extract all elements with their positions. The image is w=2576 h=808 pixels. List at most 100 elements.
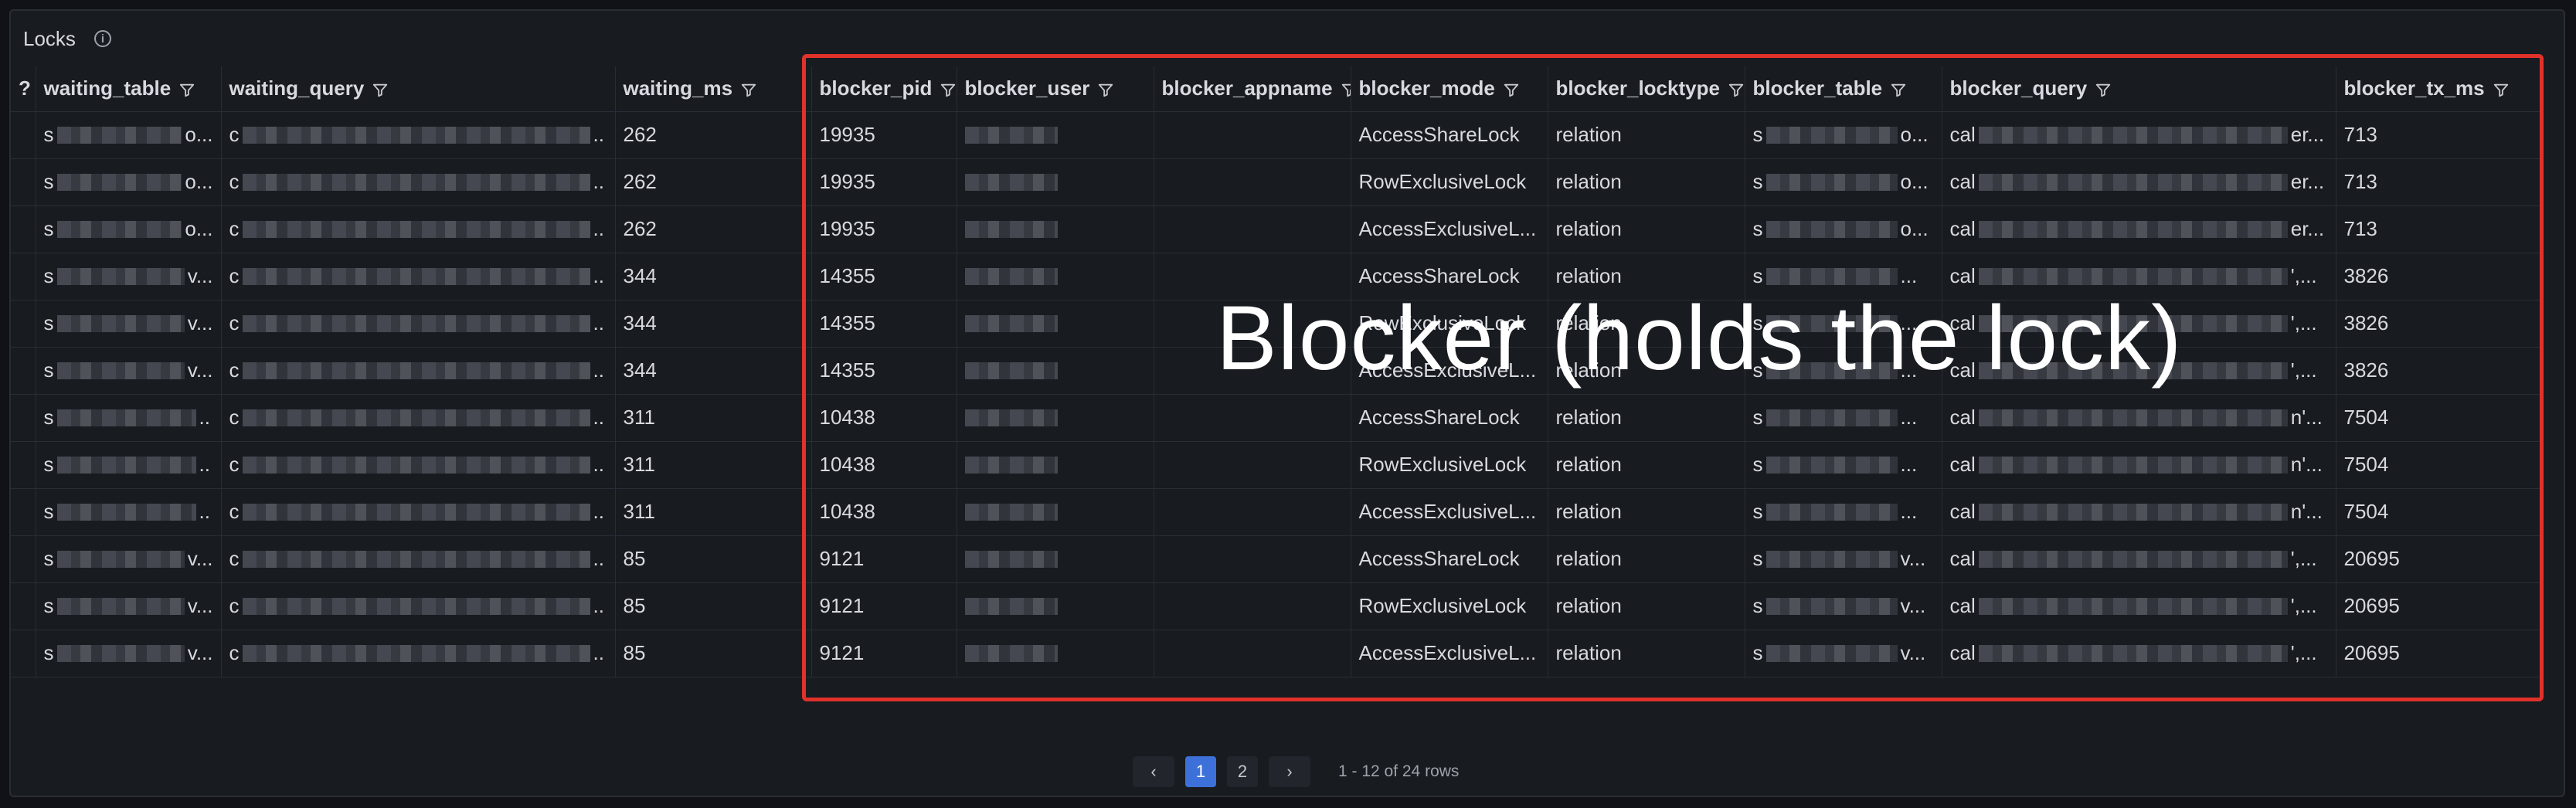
redacted-text bbox=[1978, 503, 2288, 521]
row-gutter-cell bbox=[11, 253, 36, 300]
column-header-waiting_table[interactable]: waiting_table bbox=[36, 66, 222, 112]
waiting-table-cell-suffix: v... bbox=[187, 547, 213, 570]
info-icon[interactable]: i bbox=[93, 30, 111, 47]
waiting-ms-value: 262 bbox=[623, 170, 657, 193]
column-header-blocker_user[interactable]: blocker_user bbox=[957, 66, 1154, 112]
waiting-table-cell-prefix: s bbox=[43, 594, 54, 617]
redacted-text bbox=[964, 314, 1058, 332]
blocker-appname-cell bbox=[1154, 111, 1351, 159]
column-header-waiting_query[interactable]: waiting_query bbox=[221, 66, 616, 112]
waiting-query-cell: c.. bbox=[221, 158, 616, 206]
waiting-query-cell: c.. bbox=[221, 630, 616, 677]
column-header-blocker_query[interactable]: blocker_query bbox=[1942, 66, 2336, 112]
blocker-tx-ms-cell: 3826 bbox=[2336, 253, 2541, 300]
blocker-tx-ms-value: 713 bbox=[2343, 217, 2377, 240]
blocker-query-cell-suffix: ',... bbox=[2290, 311, 2317, 334]
blocker-table-cell: s v... bbox=[1745, 535, 1942, 583]
column-header-blocker_tx_ms[interactable]: blocker_tx_ms bbox=[2336, 66, 2541, 112]
waiting-table-cell: s o... bbox=[36, 158, 222, 206]
waiting-table-cell: s.. bbox=[36, 488, 222, 536]
column-header-blocker_pid[interactable]: blocker_pid bbox=[811, 66, 957, 112]
filter-icon[interactable] bbox=[1097, 80, 1114, 97]
column-header-label: blocker_appname bbox=[1161, 76, 1333, 100]
blocker-user-cell bbox=[957, 300, 1154, 348]
blocker-mode-value: AccessExclusiveL... bbox=[1358, 217, 1537, 240]
waiting-query-cell: c.. bbox=[221, 205, 616, 253]
blocker-query-cell-prefix: cal bbox=[1949, 594, 1976, 617]
filter-icon[interactable] bbox=[2493, 80, 2510, 97]
filter-icon[interactable] bbox=[1728, 80, 1744, 97]
table-row[interactable]: s o... c.. 262 19935 AccessExclusiveL... relat… bbox=[11, 205, 2541, 253]
waiting-query-cell-suffix: .. bbox=[593, 547, 604, 570]
filter-icon[interactable] bbox=[178, 80, 195, 97]
waiting-query-cell-suffix: .. bbox=[593, 641, 604, 664]
column-header-blocker_locktype[interactable]: blocker_locktype bbox=[1548, 66, 1745, 112]
prev-page-button[interactable]: ‹ bbox=[1133, 756, 1174, 787]
column-header-label: blocker_tx_ms bbox=[2343, 76, 2485, 100]
redacted-text bbox=[1765, 597, 1898, 615]
redacted-text bbox=[1765, 503, 1898, 521]
filter-icon[interactable] bbox=[940, 80, 956, 97]
next-page-button[interactable]: › bbox=[1269, 756, 1310, 787]
waiting-table-cell-suffix: v... bbox=[187, 594, 213, 617]
table-row[interactable]: s.. c.. 311 10438 AccessExclusiveL... relatio… bbox=[11, 488, 2541, 536]
table-row[interactable]: s.. c.. 311 10438 AccessShareLock relation s..… bbox=[11, 394, 2541, 442]
row-gutter-cell bbox=[11, 488, 36, 536]
table-row[interactable]: s v... c.. 85 9121 AccessShareLock relation s v.… bbox=[11, 535, 2541, 583]
waiting-table-cell-prefix: s bbox=[43, 453, 54, 476]
row-count-summary: 1 - 12 of 24 rows bbox=[1338, 762, 1460, 780]
redacted-text bbox=[56, 550, 185, 568]
redacted-text bbox=[964, 220, 1058, 238]
blocker-table-cell-suffix: ... bbox=[1900, 453, 1918, 476]
blocker-locktype-cell: relation bbox=[1548, 394, 1745, 442]
table-row[interactable]: s o... c.. 262 19935 RowExclusiveLock relation… bbox=[11, 158, 2541, 206]
blocker-table-cell-suffix: ... bbox=[1900, 500, 1918, 523]
blocker-mode-value: RowExclusiveLock bbox=[1358, 453, 1527, 476]
blocker-pid-cell: 10438 bbox=[811, 441, 957, 489]
blocker-tx-ms-cell: 20695 bbox=[2336, 582, 2541, 630]
blocker-locktype-value: relation bbox=[1555, 641, 1622, 664]
blocker-locktype-value: relation bbox=[1555, 123, 1622, 146]
waiting-table-cell-prefix: s bbox=[43, 406, 54, 429]
filter-icon[interactable] bbox=[1890, 80, 1907, 97]
blocker-mode-cell: RowExclusiveLock bbox=[1351, 441, 1548, 489]
filter-icon[interactable] bbox=[1503, 80, 1520, 97]
blocker-locktype-cell: relation bbox=[1548, 158, 1745, 206]
blocker-tx-ms-value: 713 bbox=[2343, 170, 2377, 193]
blocker-table-cell-suffix: v... bbox=[1900, 594, 1926, 617]
waiting-query-cell-suffix: .. bbox=[593, 170, 604, 193]
filter-icon[interactable] bbox=[372, 80, 389, 97]
table-row[interactable]: s v... c.. 85 9121 AccessExclusiveL... relatio… bbox=[11, 630, 2541, 677]
waiting-query-cell-prefix: c bbox=[229, 358, 240, 382]
blocker-tx-ms-cell: 20695 bbox=[2336, 630, 2541, 677]
column-header-blocker_appname[interactable]: blocker_appname bbox=[1154, 66, 1351, 112]
column-header-c0[interactable]: ? bbox=[11, 66, 36, 112]
table-row[interactable]: s o... c.. 262 19935 AccessShareLock relation s… bbox=[11, 111, 2541, 159]
row-gutter-cell bbox=[11, 535, 36, 583]
filter-icon[interactable] bbox=[740, 80, 757, 97]
blocker-pid-cell: 19935 bbox=[811, 158, 957, 206]
blocker-query-cell-suffix: ',... bbox=[2290, 547, 2317, 570]
waiting-ms-value: 344 bbox=[623, 311, 657, 334]
filter-icon[interactable] bbox=[2095, 80, 2112, 97]
blocker-tx-ms-value: 3826 bbox=[2343, 311, 2389, 334]
redacted-text bbox=[56, 644, 185, 662]
filter-icon[interactable] bbox=[1341, 80, 1350, 97]
page-1-button[interactable]: 1 bbox=[1185, 756, 1216, 787]
column-header-waiting_ms[interactable]: waiting_ms bbox=[615, 66, 812, 112]
redacted-text bbox=[964, 362, 1058, 379]
blocker-tx-ms-cell: 7504 bbox=[2336, 488, 2541, 536]
waiting-table-cell: s.. bbox=[36, 441, 222, 489]
waiting-query-cell-prefix: c bbox=[229, 547, 240, 570]
column-header-blocker_mode[interactable]: blocker_mode bbox=[1351, 66, 1548, 112]
redacted-text bbox=[242, 173, 590, 191]
table-row[interactable]: s v... c.. 85 9121 RowExclusiveLock relation s v… bbox=[11, 582, 2541, 630]
blocker-pid-cell: 19935 bbox=[811, 111, 957, 159]
blocker-query-cell: cal n'... bbox=[1942, 488, 2336, 536]
table-row[interactable]: s.. c.. 311 10438 RowExclusiveLock relation s.… bbox=[11, 441, 2541, 489]
blocker-query-cell-suffix: ',... bbox=[2290, 594, 2317, 617]
page-2-button[interactable]: 2 bbox=[1227, 756, 1258, 787]
column-header-blocker_table[interactable]: blocker_table bbox=[1745, 66, 1942, 112]
row-gutter-cell bbox=[11, 630, 36, 677]
chevron-left-icon: ‹ bbox=[1150, 762, 1157, 781]
